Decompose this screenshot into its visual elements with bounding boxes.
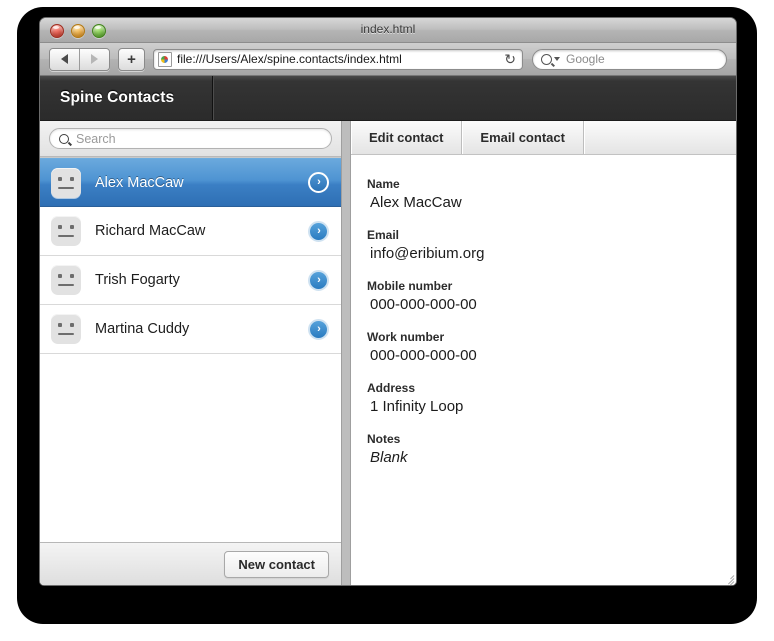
field-name: Name Alex MacCaw bbox=[367, 177, 736, 211]
avatar-icon bbox=[51, 265, 81, 295]
avatar-icon bbox=[51, 314, 81, 344]
field-label: Name bbox=[367, 177, 400, 191]
resize-grip[interactable] bbox=[721, 571, 735, 585]
contacts-sidebar: Search Alex MacCaw › Richard MacCaw › Tr… bbox=[40, 121, 342, 585]
list-item[interactable]: Trish Fogarty › bbox=[40, 256, 341, 305]
window-title: index.html bbox=[360, 22, 416, 36]
field-mobile-number: Mobile number 000-000-000-00 bbox=[367, 279, 736, 313]
new-tab-button[interactable]: + bbox=[118, 47, 145, 71]
field-label: Address bbox=[367, 381, 416, 395]
list-item[interactable]: Martina Cuddy › bbox=[40, 305, 341, 354]
browser-search-placeholder: Google bbox=[566, 52, 605, 66]
new-contact-button[interactable]: New contact bbox=[224, 551, 329, 578]
chevron-right-icon[interactable]: › bbox=[308, 220, 329, 242]
forward-button[interactable] bbox=[79, 48, 109, 70]
forward-arrow-icon bbox=[91, 54, 98, 64]
back-button[interactable] bbox=[50, 48, 79, 70]
page-favicon-icon bbox=[158, 51, 172, 67]
sidebar-search-bar: Search bbox=[40, 121, 341, 157]
reload-icon[interactable]: ↻ bbox=[504, 52, 516, 66]
app-header: Spine Contacts bbox=[40, 76, 736, 121]
contact-name: Trish Fogarty bbox=[95, 272, 180, 288]
avatar-icon bbox=[51, 216, 81, 246]
contact-list[interactable]: Alex MacCaw › Richard MacCaw › Trish Fog… bbox=[40, 157, 341, 542]
desktop-backdrop: index.html + file:///Users/Alex/spine.co… bbox=[0, 0, 774, 641]
search-input[interactable]: Search bbox=[49, 128, 332, 149]
field-value: 1 Infinity Loop bbox=[370, 398, 464, 415]
tab-email-contact[interactable]: Email contact bbox=[462, 121, 584, 154]
list-item[interactable]: Alex MacCaw › bbox=[40, 158, 341, 207]
field-label: Mobile number bbox=[367, 279, 453, 293]
browser-toolbar: + file:///Users/Alex/spine.contacts/inde… bbox=[40, 43, 736, 76]
contact-name: Martina Cuddy bbox=[95, 321, 190, 337]
contact-name: Richard MacCaw bbox=[95, 223, 206, 239]
window-titlebar[interactable]: index.html bbox=[40, 18, 736, 43]
field-email: Email info@eribium.org bbox=[367, 228, 736, 262]
back-arrow-icon bbox=[61, 54, 68, 64]
tab-edit-contact[interactable]: Edit contact bbox=[351, 121, 463, 154]
search-icon bbox=[59, 133, 69, 144]
field-value: 000-000-000-00 bbox=[370, 347, 477, 364]
field-value: Blank bbox=[370, 449, 408, 466]
search-input-placeholder: Search bbox=[76, 131, 116, 146]
field-value: Alex MacCaw bbox=[370, 194, 462, 211]
field-label: Notes bbox=[367, 432, 401, 446]
navigation-buttons[interactable] bbox=[49, 47, 110, 71]
app-body: Search Alex MacCaw › Richard MacCaw › Tr… bbox=[40, 121, 736, 585]
chevron-right-icon[interactable]: › bbox=[308, 318, 329, 340]
field-notes: Notes Blank bbox=[367, 432, 736, 466]
field-value: info@eribium.org bbox=[370, 245, 485, 262]
sidebar-footer: New contact bbox=[40, 542, 341, 585]
field-label: Work number bbox=[367, 330, 445, 344]
field-work-number: Work number 000-000-000-00 bbox=[367, 330, 736, 364]
list-item[interactable]: Richard MacCaw › bbox=[40, 207, 341, 256]
field-value: 000-000-000-00 bbox=[370, 296, 477, 313]
tabbar-filler bbox=[584, 121, 736, 154]
browser-window: index.html + file:///Users/Alex/spine.co… bbox=[40, 18, 736, 585]
avatar-icon bbox=[51, 167, 81, 198]
contact-detail-pane: Edit contact Email contact Name Alex Mac… bbox=[350, 121, 736, 585]
web-app: Spine Contacts Search Alex MacCaw › Rich… bbox=[40, 76, 736, 585]
chevron-right-icon[interactable]: › bbox=[308, 172, 329, 193]
field-label: Email bbox=[367, 228, 400, 242]
chevron-down-icon bbox=[554, 57, 560, 61]
contact-fields: Name Alex MacCaw Email info@eribium.org … bbox=[351, 155, 736, 585]
address-bar-value: file:///Users/Alex/spine.contacts/index.… bbox=[177, 52, 402, 66]
app-title: Spine Contacts bbox=[40, 76, 213, 120]
chevron-right-icon[interactable]: › bbox=[308, 269, 329, 291]
browser-search-input[interactable]: Google bbox=[532, 48, 727, 70]
field-address: Address 1 Infinity Loop bbox=[367, 381, 736, 415]
contact-name: Alex MacCaw bbox=[95, 174, 184, 191]
detail-tabbar: Edit contact Email contact bbox=[351, 121, 736, 155]
address-bar[interactable]: file:///Users/Alex/spine.contacts/index.… bbox=[153, 48, 523, 70]
search-icon bbox=[541, 53, 552, 65]
